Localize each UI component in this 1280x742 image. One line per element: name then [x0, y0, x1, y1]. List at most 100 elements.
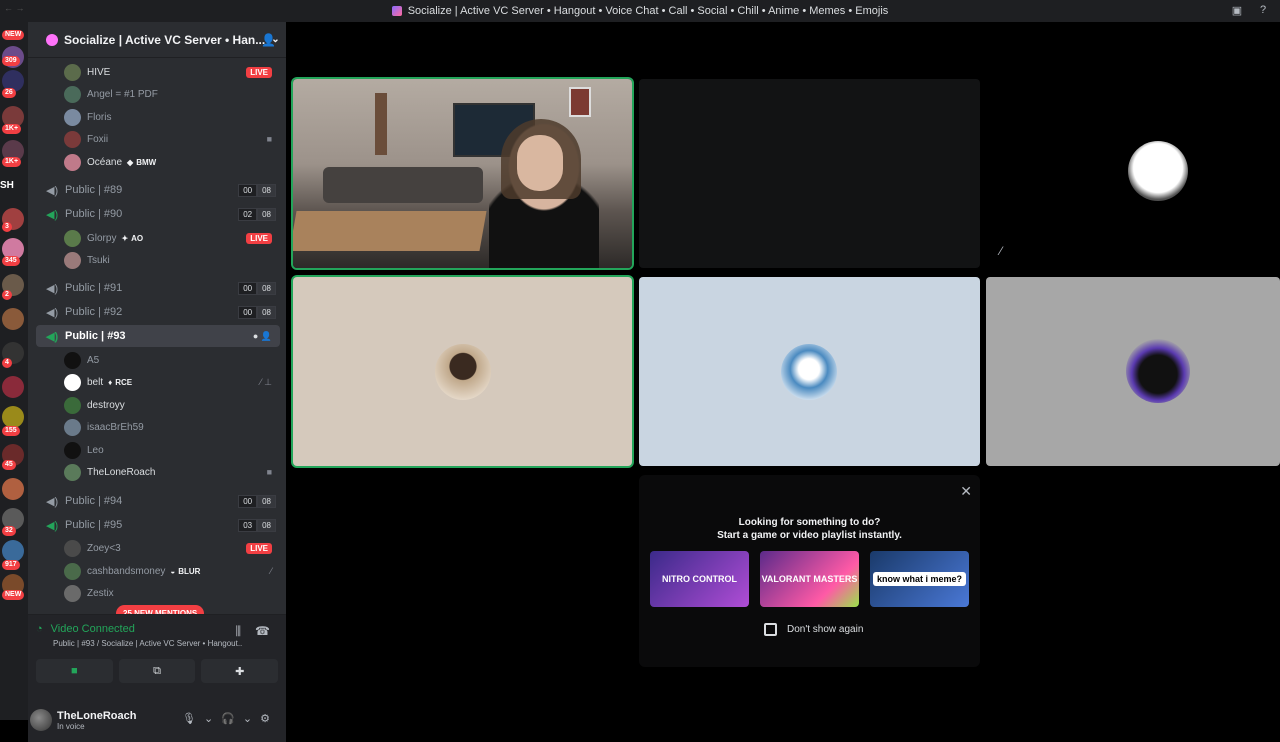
speaker-icon: ◀) — [46, 519, 59, 532]
avatar — [64, 418, 81, 436]
voice-channel-active[interactable]: ◀) Public | #93 ● 👤 — [36, 325, 280, 347]
speaker-icon: ◀) — [46, 184, 59, 197]
settings-gear-icon[interactable]: ⚙ — [260, 712, 270, 725]
video-tile-webcam[interactable] — [293, 79, 632, 268]
voice-channel[interactable]: ◀) Public | #95 03 08 — [28, 514, 286, 536]
voice-channel[interactable]: ◀) Public | #89 00 08 — [28, 179, 286, 201]
voice-user[interactable]: Angel = #1 PDF — [28, 83, 286, 105]
clan-tag: ◒ BLUR — [170, 566, 201, 576]
voice-user[interactable]: Zestix — [28, 582, 286, 604]
voice-user[interactable]: Floris — [28, 106, 286, 128]
activity-card[interactable]: know what i meme? — [870, 551, 969, 607]
voice-user[interactable]: A5 — [28, 349, 286, 371]
server-icon — [391, 6, 402, 16]
video-tile-avatar[interactable]: ⁄ — [986, 79, 1280, 268]
guild-icon[interactable] — [2, 540, 24, 562]
chat-and-invite-icons[interactable]: ● 👤 — [253, 331, 272, 342]
microphone-icon[interactable]: 🎙 — [182, 712, 196, 725]
guild-icon[interactable] — [2, 406, 24, 428]
video-tile-avatar[interactable] — [293, 277, 632, 466]
voice-user[interactable]: Zoey<3 LIVE — [28, 537, 286, 559]
username: TheLoneRoach — [87, 466, 156, 478]
guild-badge: 2 — [2, 290, 12, 300]
avatar — [64, 130, 81, 148]
voice-user[interactable]: Leo — [28, 439, 286, 461]
voice-connection-panel: ◔ Video Connected Public | #93 / Sociali… — [28, 614, 286, 698]
channel-list: HIVE LIVE Angel = #1 PDF Floris Foxii ■ … — [28, 58, 286, 606]
activity-card[interactable]: NITRO CONTROL — [650, 551, 749, 607]
guild-badge: 155 — [2, 426, 20, 436]
activity-button[interactable]: ✚ — [201, 659, 279, 683]
camera-icon: ■ — [71, 665, 78, 677]
nav-arrows[interactable]: ← → — [4, 3, 25, 13]
username: isaacBrEh59 — [87, 421, 144, 433]
voice-user[interactable]: Glorpy ✦ AO LIVE — [28, 227, 286, 249]
activity-suggestion-panel: ✕ Looking for something to do? Start a g… — [639, 475, 980, 667]
avatar — [64, 153, 81, 171]
video-tile-avatar[interactable] — [986, 277, 1280, 466]
guild-badge: 345 — [2, 256, 20, 266]
voice-user[interactable]: Foxii ■ — [28, 128, 286, 150]
voice-user[interactable]: Tsuki — [28, 249, 286, 271]
activity-card[interactable]: VALORANT MASTERS — [760, 551, 859, 607]
invite-icon[interactable]: 👤 — [261, 33, 276, 47]
guild-badge: 3 — [2, 222, 12, 232]
user-limit: 00 08 — [238, 494, 276, 508]
voice-user[interactable]: TheLoneRoach ■ — [28, 461, 286, 483]
connection-status[interactable]: ◔ Video Connected — [36, 623, 135, 635]
server-rail: NEW 309 26 1K+ 1K+ SH 3 345 2 4 155 45 3… — [0, 22, 28, 720]
username: Foxii — [87, 133, 109, 145]
avatar — [64, 539, 81, 557]
avatar — [64, 463, 81, 481]
voice-channel[interactable]: ◀) Public | #94 00 08 — [28, 490, 286, 512]
speaker-icon: ◀) — [46, 495, 59, 508]
voice-user[interactable]: destroyy — [28, 394, 286, 416]
camera-button[interactable]: ■ — [36, 659, 113, 683]
guild-icon[interactable] — [2, 376, 24, 398]
avatar — [64, 85, 81, 103]
noise-suppression-icon[interactable]: ⫼ — [236, 624, 242, 639]
window-title: Socialize | Active VC Server • Hangout •… — [407, 5, 889, 17]
speaker-icon: ◀) — [46, 330, 59, 343]
chevron-down-icon[interactable]: ⌄ — [204, 712, 213, 725]
voice-user[interactable]: cashbandsmoney ◒ BLUR ⁄ — [28, 560, 286, 582]
voice-user[interactable]: belt ♦ RCE ⁄ ⊥ — [28, 371, 286, 393]
server-header[interactable]: Socialize | Active VC Server • Han... ⌄ … — [28, 22, 286, 58]
guild-badge: NEW — [2, 590, 25, 600]
dont-show-again[interactable]: Don't show again — [764, 623, 863, 636]
voice-user[interactable]: isaacBrEh59 — [28, 416, 286, 438]
avatar[interactable] — [30, 709, 52, 731]
voice-channel[interactable]: ◀) Public | #92 00 08 — [28, 301, 286, 323]
checkbox[interactable] — [764, 623, 777, 636]
inbox-icon[interactable]: ▣ — [1230, 3, 1244, 17]
avatar — [64, 351, 81, 369]
folder-label[interactable]: SH — [0, 180, 14, 191]
avatar — [1128, 141, 1188, 201]
connection-channel[interactable]: Public | #93 / Socialize | Active VC Ser… — [53, 639, 243, 648]
guild-icon[interactable] — [2, 478, 24, 500]
chevron-down-icon[interactable]: ⌄ — [243, 712, 252, 725]
voice-user[interactable]: HIVE LIVE — [28, 61, 286, 83]
voice-channel[interactable]: ◀) Public | #90 02 08 — [28, 203, 286, 225]
avatar — [64, 251, 81, 269]
disconnect-icon[interactable]: ☎ — [255, 624, 270, 639]
channel-sidebar: Socialize | Active VC Server • Han... ⌄ … — [28, 22, 286, 742]
avatar — [64, 108, 81, 126]
guild-icon[interactable] — [2, 308, 24, 330]
screen-share-button[interactable]: ⧉ — [118, 659, 196, 683]
user-limit: 00 08 — [238, 183, 276, 197]
tag-icon: ✦ — [121, 233, 129, 243]
headphones-icon[interactable]: 🎧 — [221, 712, 235, 725]
channel-name: Public | #91 — [65, 282, 123, 294]
live-badge: LIVE — [246, 232, 272, 244]
voice-user[interactable]: Océane ◆ BMW — [28, 151, 286, 173]
screen-share-icon: ⧉ — [153, 664, 161, 677]
close-icon[interactable]: ✕ — [960, 483, 972, 500]
help-icon[interactable]: ? — [1256, 3, 1270, 17]
clan-tag: ◆ BMW — [127, 157, 157, 167]
user-limit: 02 08 — [238, 207, 276, 221]
video-tile-avatar[interactable] — [639, 277, 980, 466]
video-tile-dark[interactable] — [639, 79, 980, 268]
username: Leo — [87, 444, 104, 456]
voice-channel[interactable]: ◀) Public | #91 00 08 — [28, 277, 286, 299]
